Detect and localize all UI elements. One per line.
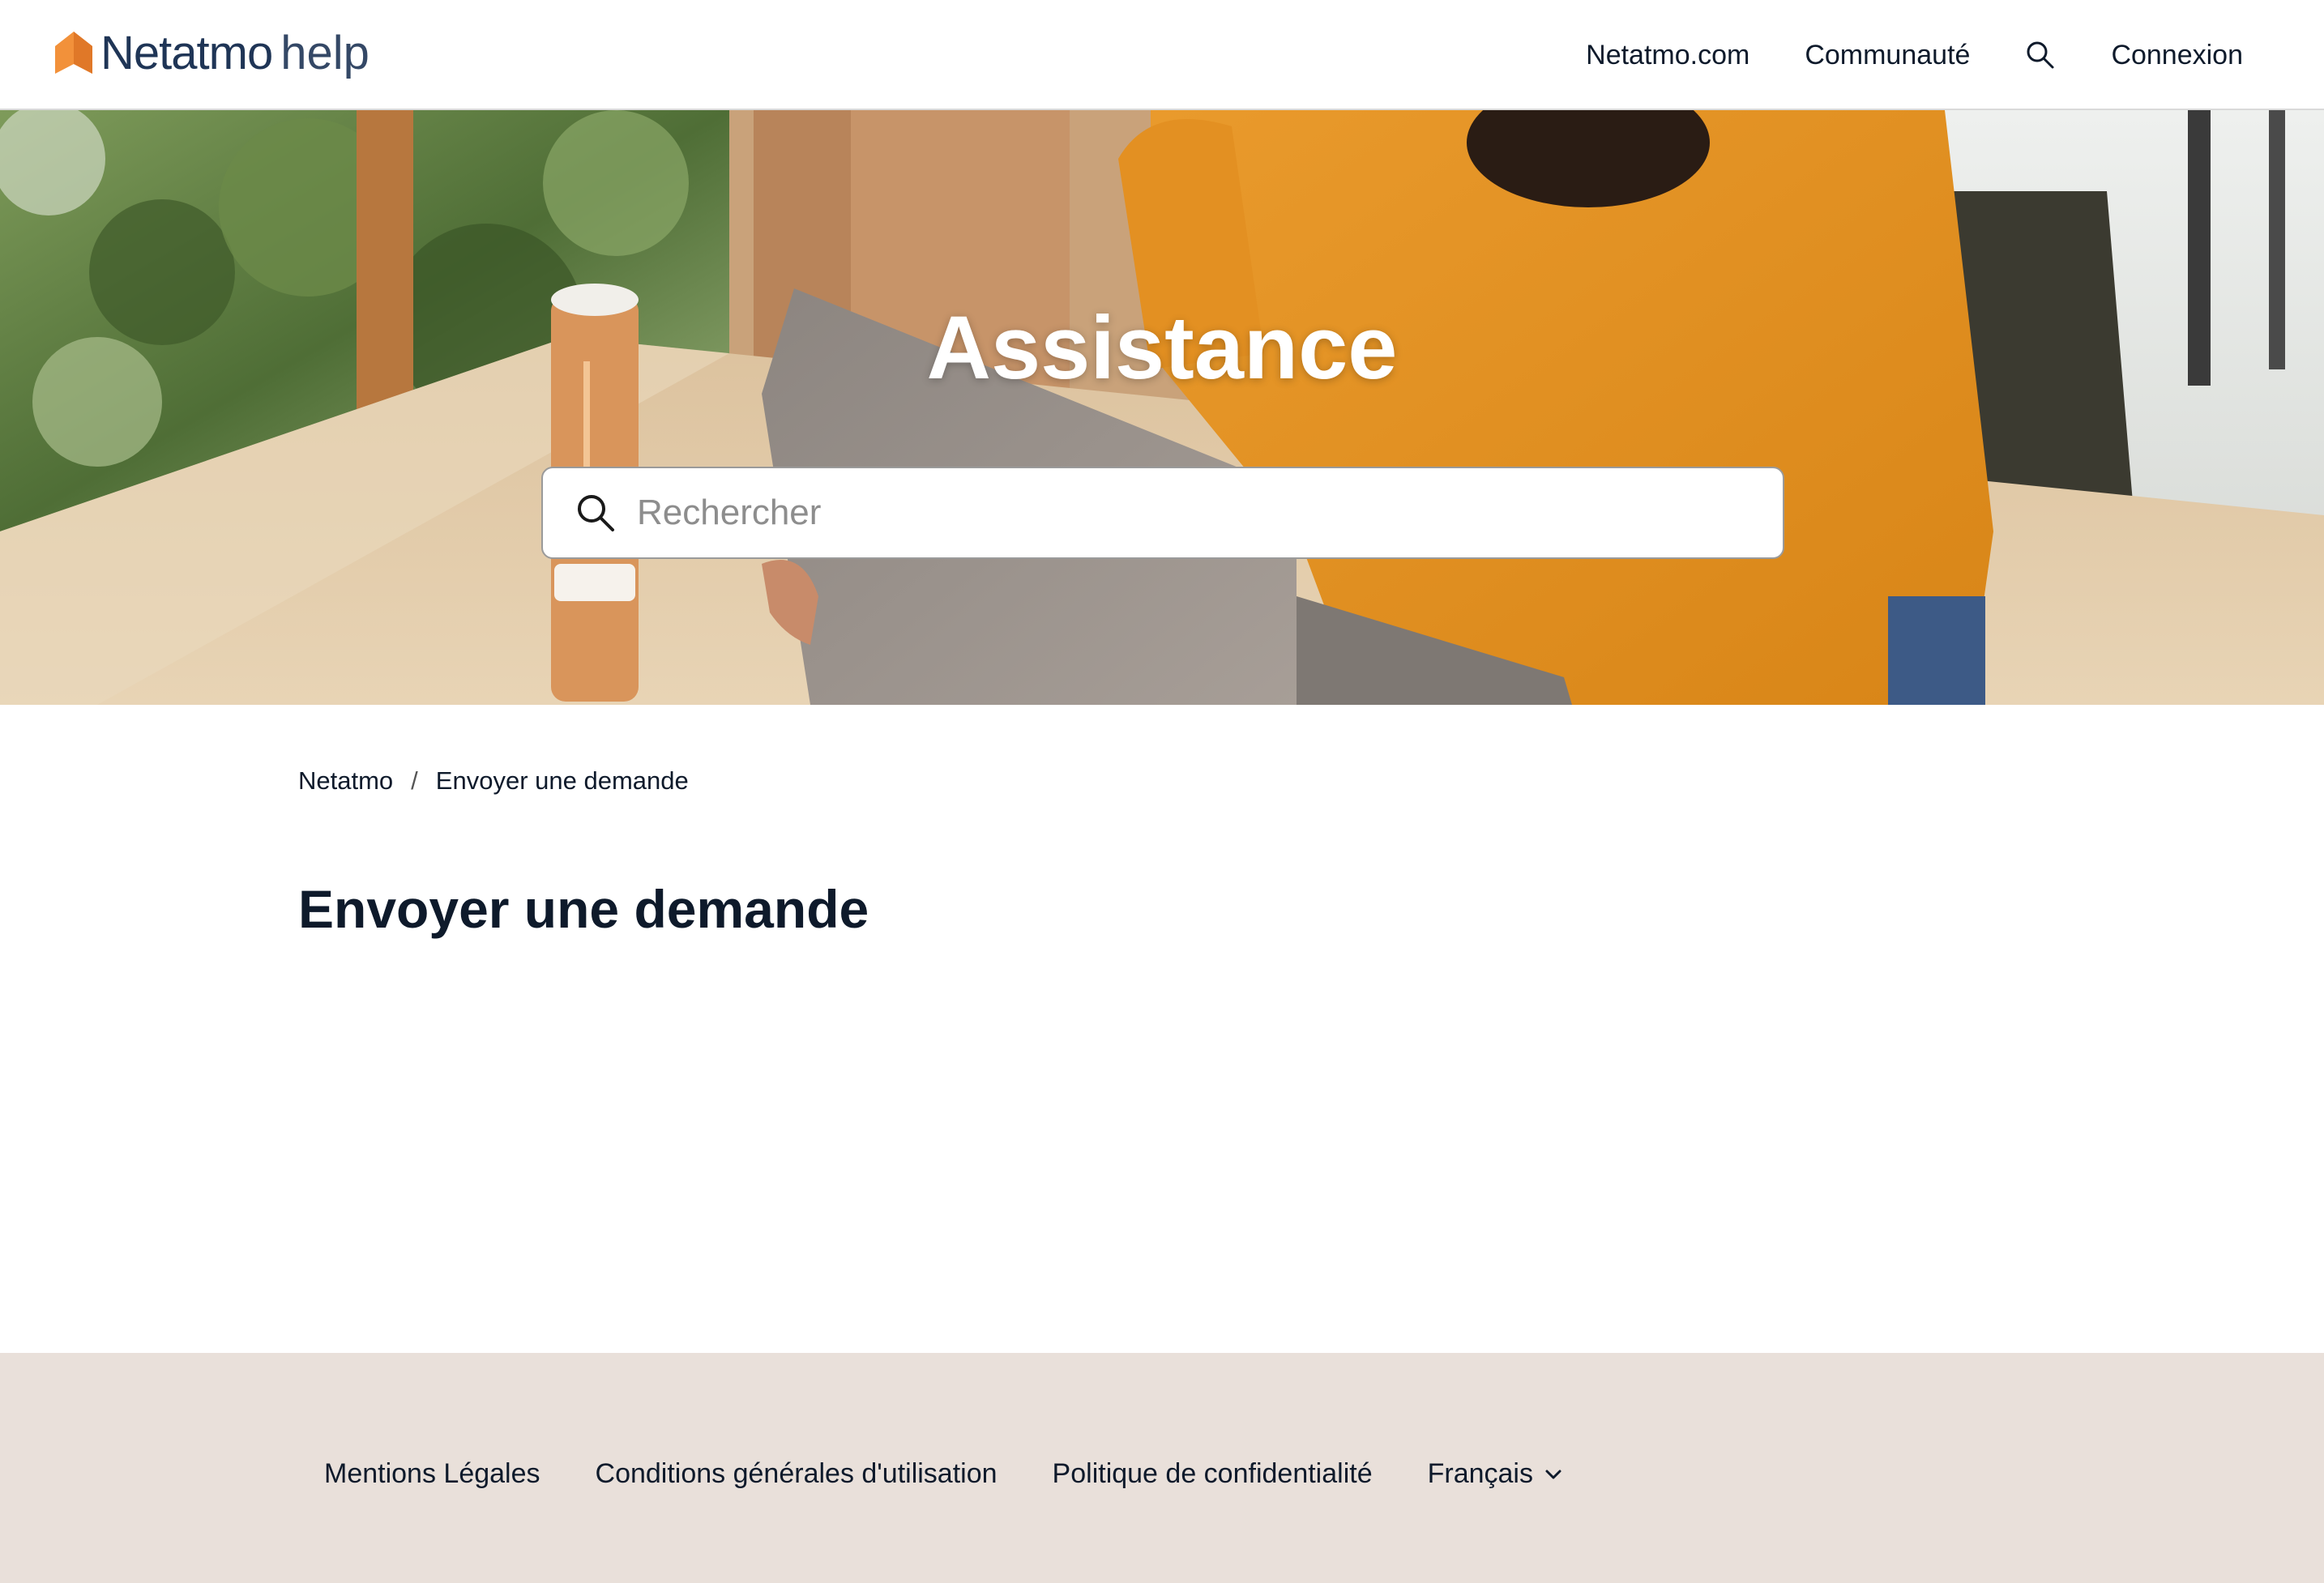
- top-nav: Netatmo.com Communauté Connexion: [1531, 0, 2243, 110]
- breadcrumb-item-envoyer-une-demande[interactable]: Envoyer une demande: [436, 766, 689, 796]
- footer-link-conditions[interactable]: Conditions générales d'utilisation: [596, 1458, 998, 1490]
- search-icon[interactable]: [2025, 40, 2056, 70]
- nav-netatmo-com[interactable]: Netatmo.com: [1586, 40, 1749, 71]
- footer-link-mentions-legales[interactable]: Mentions Légales: [324, 1458, 540, 1490]
- hero-title: Assistance: [926, 298, 1398, 398]
- nav-connexion[interactable]: Connexion: [2111, 40, 2243, 71]
- language-label: Français: [1427, 1458, 1533, 1489]
- site-footer: Mentions Légales Conditions générales d'…: [0, 1353, 2324, 1583]
- hero-banner: Assistance: [0, 110, 2324, 705]
- chevron-down-icon: [1545, 1470, 1561, 1478]
- breadcrumb: Netatmo / Envoyer une demande: [298, 766, 689, 796]
- search-icon: [578, 495, 614, 531]
- breadcrumb-item-netatmo[interactable]: Netatmo: [298, 766, 393, 796]
- logo-brand: Netatmo: [100, 26, 273, 79]
- language-selector[interactable]: Français: [1428, 1458, 1562, 1490]
- house-logo-icon: [55, 32, 92, 74]
- site-header: Netatmo help Netatmo.com Communauté Conn…: [0, 0, 2324, 110]
- nav-communaute[interactable]: Communauté: [1805, 40, 1970, 71]
- logo-suffix: help: [280, 26, 370, 79]
- hero-background-image: [0, 110, 2324, 705]
- footer-link-confidentialite[interactable]: Politique de confidentialité: [1053, 1458, 1373, 1490]
- netatmo-help-logo[interactable]: Netatmo help: [53, 24, 370, 81]
- breadcrumb-separator: /: [411, 766, 418, 795]
- footer-links: Mentions Légales Conditions générales d'…: [324, 1458, 1562, 1490]
- page-title: Envoyer une demande: [298, 879, 869, 939]
- hero-search-box[interactable]: [541, 467, 1784, 559]
- search-input[interactable]: [637, 493, 1755, 533]
